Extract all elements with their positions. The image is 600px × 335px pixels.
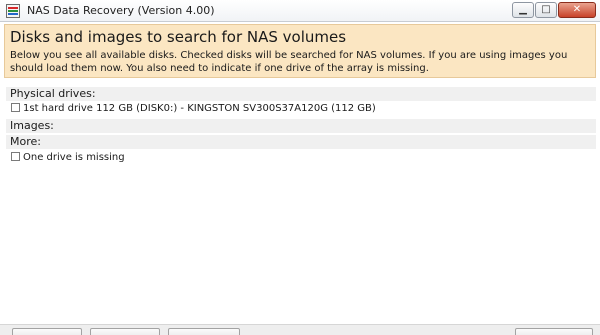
button-bar <box>0 324 600 335</box>
images-heading: Images: <box>6 119 596 133</box>
close-button[interactable]: ✕ <box>558 2 596 18</box>
page-title: Disks and images to search for NAS volum… <box>10 28 347 46</box>
physical-drives-heading: Physical drives: <box>6 87 596 101</box>
one-drive-missing-checkbox[interactable] <box>11 152 20 161</box>
footer-button-2[interactable] <box>90 328 160 335</box>
title-bar: NAS Data Recovery (Version 4.00) ▁ □ ✕ <box>0 0 600 22</box>
maximize-button[interactable]: □ <box>535 2 557 18</box>
close-icon: ✕ <box>572 4 582 15</box>
app-icon <box>6 4 20 18</box>
footer-button-4[interactable] <box>515 328 593 335</box>
page-header: Disks and images to search for NAS volum… <box>4 24 596 78</box>
footer-button-3[interactable] <box>168 328 240 335</box>
one-drive-missing-label: One drive is missing <box>23 152 125 163</box>
more-heading: More: <box>6 135 596 149</box>
drive-list-item[interactable]: 1st hard drive 112 GB (DISK0:) - KINGSTO… <box>11 102 376 115</box>
maximize-icon: □ <box>541 4 551 15</box>
footer-button-1[interactable] <box>12 328 82 335</box>
window-title: NAS Data Recovery (Version 4.00) <box>27 4 215 17</box>
minimize-button[interactable]: ▁ <box>512 2 534 18</box>
drive-label: 1st hard drive 112 GB (DISK0:) - KINGSTO… <box>23 103 376 114</box>
minimize-icon: ▁ <box>519 4 527 15</box>
drive-checkbox[interactable] <box>11 103 20 112</box>
page-description: Below you see all available disks. Check… <box>10 50 568 74</box>
one-drive-missing-option[interactable]: One drive is missing <box>11 151 125 164</box>
